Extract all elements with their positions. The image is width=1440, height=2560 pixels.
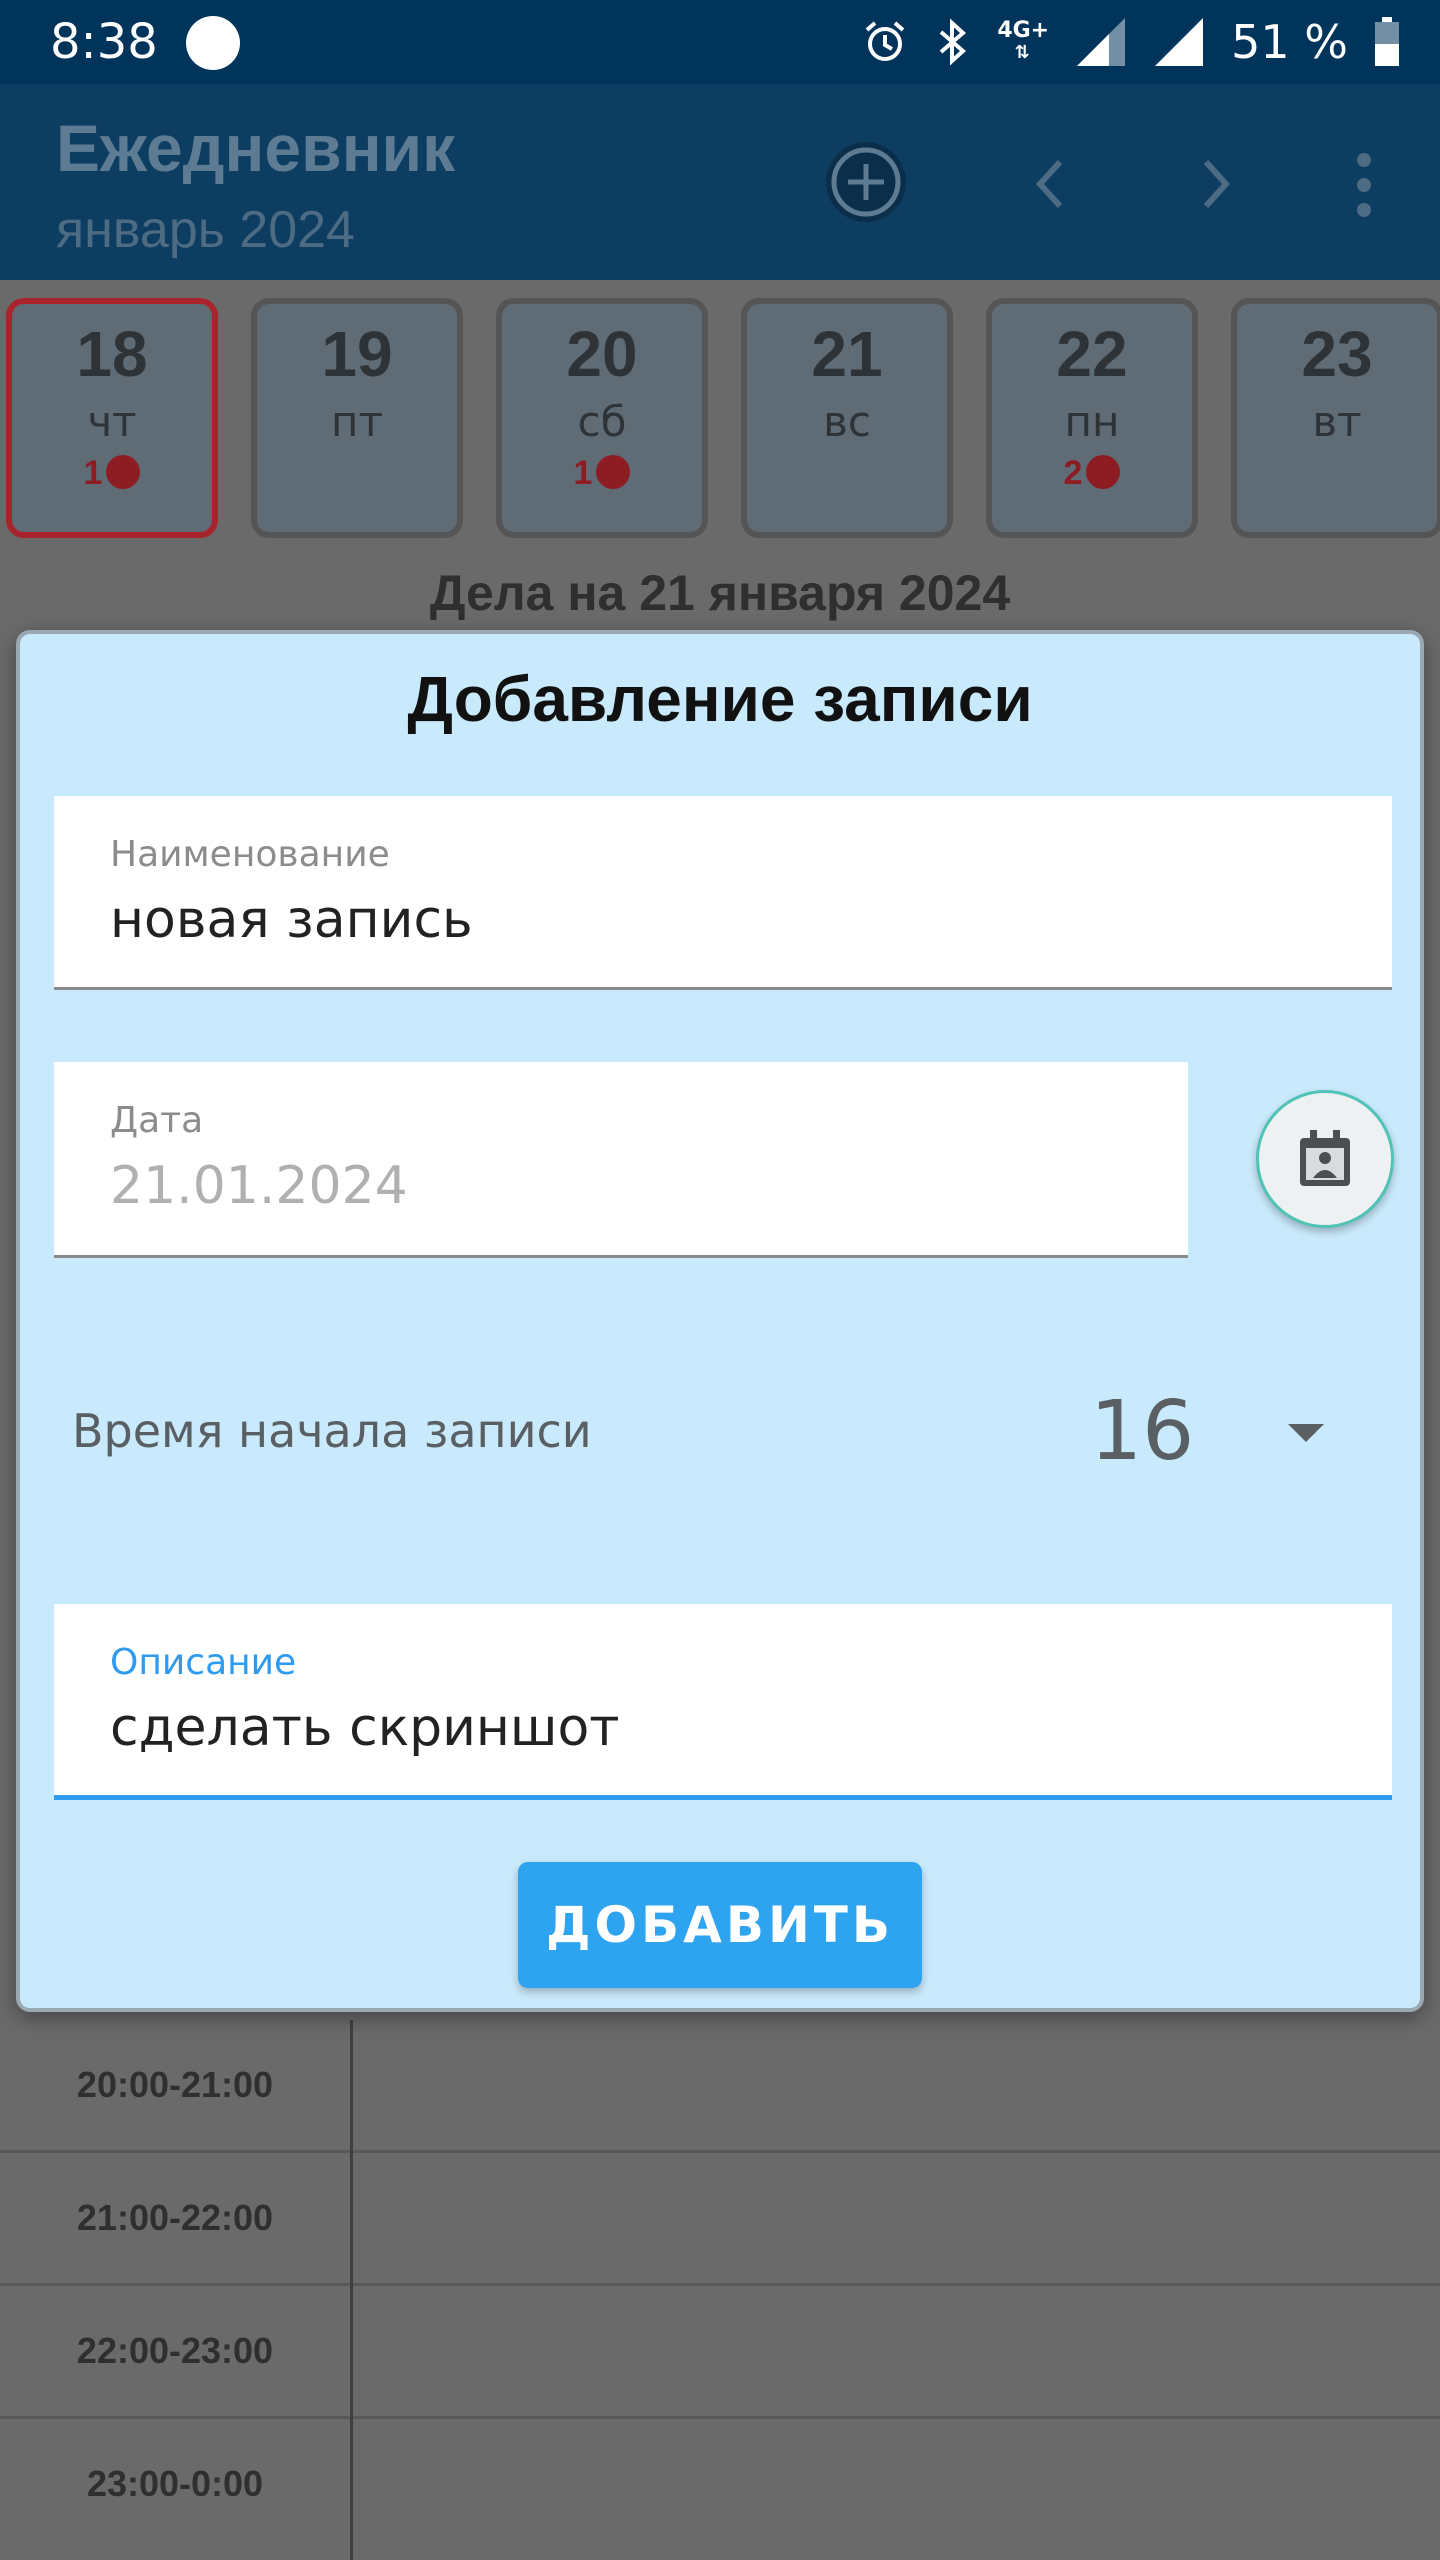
start-time-label: Время начала записи [72, 1404, 592, 1458]
status-bar: 8:38 4G+ ⇅ 51 % [0, 0, 1440, 84]
notification-dot-icon [186, 16, 240, 70]
day-card-21[interactable]: 21 вс [741, 298, 953, 538]
app-month: январь 2024 [56, 201, 355, 259]
status-icons: 4G+ ⇅ 51 % [861, 12, 1400, 72]
description-field[interactable]: Описание сделать скриншот [54, 1604, 1392, 1800]
table-row[interactable]: 20:00-21:00 [0, 2020, 1440, 2153]
time-slot-label: 21:00-22:00 [76, 2197, 274, 2238]
tasks-title: Дела на 21 января 2024 [429, 565, 1011, 621]
dropdown-arrow-icon[interactable] [1288, 1424, 1324, 1442]
event-count: 1 [502, 450, 702, 496]
description-label: Описание [110, 1642, 297, 1683]
dialog-title: Добавление записи [407, 663, 1033, 735]
event-dot-icon [1086, 455, 1121, 489]
chevron-right-icon[interactable] [1196, 154, 1236, 214]
time-table: 20:00-21:00 21:00-22:00 22:00-23:00 23:0… [0, 2020, 1440, 2560]
event-count: 2 [992, 450, 1192, 496]
name-label: Наименование [110, 834, 390, 875]
date-label: Дата [110, 1100, 204, 1141]
calendar-contact-icon [1300, 1130, 1350, 1186]
add-circle-icon[interactable] [822, 138, 910, 226]
time-slot-label: 20:00-21:00 [76, 2064, 274, 2105]
date-input[interactable]: 21.01.2024 [110, 1156, 408, 1216]
description-input[interactable]: сделать скриншот [110, 1698, 620, 1758]
add-button[interactable]: ДОБАВИТЬ [518, 1862, 922, 1988]
battery-percent: 51 % [1231, 15, 1348, 69]
time-slot-label: 22:00-23:00 [76, 2330, 274, 2371]
more-vert-icon[interactable] [1346, 150, 1382, 220]
add-entry-dialog: Добавление записи Наименование новая зап… [16, 630, 1424, 2012]
start-time-select[interactable]: 16 [1090, 1384, 1194, 1479]
alarm-icon [865, 21, 905, 61]
table-row[interactable]: 22:00-23:00 [0, 2286, 1440, 2419]
table-row[interactable]: 21:00-22:00 [0, 2153, 1440, 2286]
date-field[interactable]: Дата 21.01.2024 [54, 1062, 1188, 1258]
day-card-23[interactable]: 23 вт [1231, 298, 1440, 538]
signal-icon-1 [1077, 18, 1126, 66]
bluetooth-icon [940, 18, 967, 66]
day-card-22[interactable]: 22 пн 2 [986, 298, 1198, 538]
network-type: 4G+ ⇅ [997, 18, 1050, 64]
table-divider [350, 2020, 353, 2560]
time-slot-label: 23:00-0:00 [86, 2463, 264, 2504]
event-count: 1 [12, 450, 212, 496]
event-dot-icon [106, 455, 141, 489]
battery-icon [1375, 17, 1399, 66]
name-input[interactable]: новая запись [110, 890, 473, 950]
app-title: Ежедневник [56, 111, 456, 185]
status-time: 8:38 [50, 14, 158, 70]
day-card-20[interactable]: 20 сб 1 [496, 298, 708, 538]
table-row[interactable]: 23:00-0:00 [0, 2419, 1440, 2552]
calendar-button[interactable] [1256, 1090, 1394, 1228]
day-card-18[interactable]: 18 чт 1 [6, 298, 218, 538]
day-strip: 18 чт 1 19 пт 20 сб 1 21 вс 22 пн 2 23 в… [0, 280, 1440, 560]
day-card-19[interactable]: 19 пт [251, 298, 463, 538]
chevron-left-icon[interactable] [1030, 154, 1070, 214]
signal-icon-2 [1155, 18, 1204, 66]
name-field[interactable]: Наименование новая запись [54, 796, 1392, 990]
app-bar: Ежедневник январь 2024 [0, 84, 1440, 280]
event-dot-icon [596, 455, 631, 489]
